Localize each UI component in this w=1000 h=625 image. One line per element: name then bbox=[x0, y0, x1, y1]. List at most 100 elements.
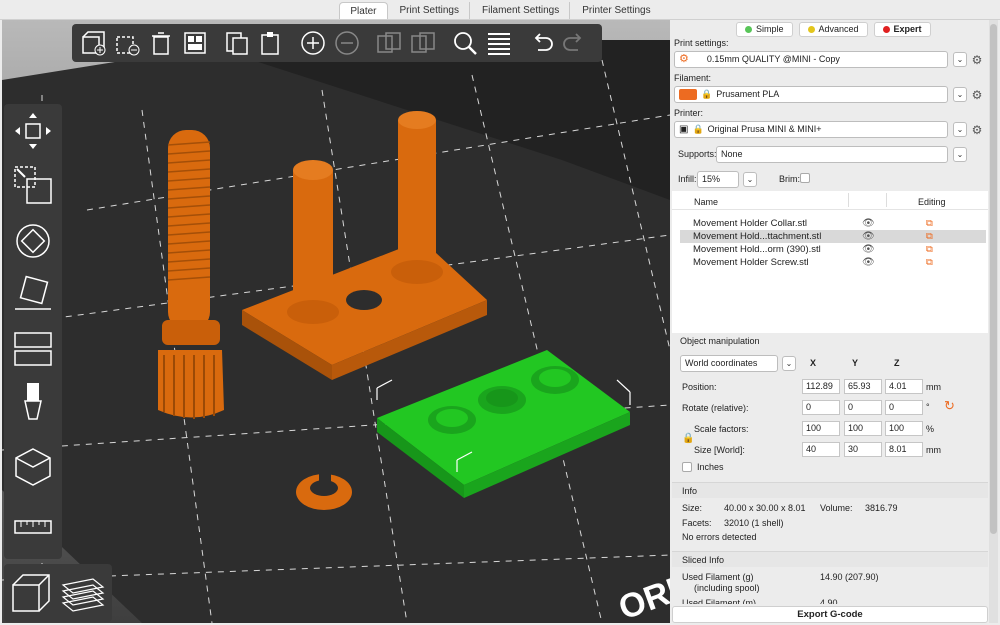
place-on-face-icon[interactable] bbox=[10, 270, 56, 316]
supports-combo[interactable]: None bbox=[716, 146, 948, 163]
print-settings-combo[interactable]: ⚙ 0.15mm QUALITY @MINI - Copy bbox=[674, 51, 948, 68]
object-list-editing-header[interactable]: Editing bbox=[918, 197, 946, 207]
mode-simple-button[interactable]: Simple bbox=[736, 22, 793, 37]
hollow-icon[interactable] bbox=[10, 444, 56, 490]
tab-print-settings[interactable]: Print Settings bbox=[390, 2, 470, 19]
delete-object-icon[interactable] bbox=[110, 27, 144, 59]
infill-value: 15% bbox=[702, 174, 721, 184]
add-object-icon[interactable] bbox=[76, 27, 110, 59]
edit-settings-icon[interactable]: ⧉ bbox=[926, 243, 933, 256]
eye-icon[interactable]: 👁 bbox=[862, 243, 875, 256]
infill-dropdown-icon[interactable]: ⌄ bbox=[743, 172, 757, 187]
scale-x-input[interactable]: 100 bbox=[802, 421, 840, 436]
coordinates-combo[interactable]: World coordinates bbox=[680, 355, 778, 372]
split-objects-icon[interactable] bbox=[372, 27, 406, 59]
info-header: Info bbox=[672, 482, 988, 498]
sidebar-scrollbar[interactable] bbox=[989, 20, 998, 623]
3d-viewport[interactable]: ORI bbox=[2, 20, 670, 623]
edit-settings-icon[interactable]: ⧉ bbox=[926, 230, 933, 243]
delete-all-icon[interactable] bbox=[144, 27, 178, 59]
rotate-z-input[interactable]: 0 bbox=[885, 400, 923, 415]
filament-gear-icon[interactable]: ⚙ bbox=[971, 89, 983, 101]
rotate-unit: ° bbox=[926, 402, 930, 412]
split-parts-icon[interactable] bbox=[406, 27, 440, 59]
measure-icon[interactable] bbox=[10, 504, 56, 550]
cut-icon[interactable] bbox=[10, 324, 56, 370]
move-icon[interactable] bbox=[10, 108, 56, 154]
edit-settings-icon[interactable]: ⧉ bbox=[926, 217, 933, 230]
rotate-x-input[interactable]: 0 bbox=[802, 400, 840, 415]
export-gcode-button[interactable]: Export G-code bbox=[672, 606, 988, 623]
printer-dropdown-icon[interactable]: ⌄ bbox=[953, 122, 967, 137]
print-settings-dropdown-icon[interactable]: ⌄ bbox=[953, 52, 967, 67]
preview-layers-icon[interactable] bbox=[60, 570, 106, 616]
object-name: Movement Holder Screw.stl bbox=[693, 257, 809, 268]
object-name: Movement Hold...orm (390).stl bbox=[693, 244, 821, 255]
position-y-input[interactable]: 65.93 bbox=[844, 379, 882, 394]
eye-icon[interactable]: 👁 bbox=[862, 256, 875, 269]
scale-z-input[interactable]: 100 bbox=[885, 421, 923, 436]
advanced-dot-icon bbox=[807, 26, 815, 33]
prusaslicer-window: Plater Print Settings Filament Settings … bbox=[0, 0, 1000, 625]
tab-filament-settings[interactable]: Filament Settings bbox=[472, 2, 571, 19]
scale-y-input[interactable]: 100 bbox=[844, 421, 882, 436]
info-volume-value: 3816.79 bbox=[865, 503, 898, 513]
info-facets-label: Facets: bbox=[682, 518, 712, 528]
print-settings-gear-icon[interactable]: ⚙ bbox=[971, 54, 983, 66]
size-z-input[interactable]: 8.01 bbox=[885, 442, 923, 457]
copy-icon[interactable] bbox=[220, 27, 254, 59]
size-label: Size [World]: bbox=[694, 445, 745, 455]
undo-icon[interactable] bbox=[524, 27, 558, 59]
scale-label: Scale factors: bbox=[694, 424, 749, 434]
object-row[interactable]: Movement Hold...orm (390).stl 👁 ⧉ bbox=[680, 243, 986, 256]
printer-combo[interactable]: ▣ 🔒 Original Prusa MINI & MINI+ bbox=[674, 121, 948, 138]
scene-canvas[interactable]: ORI bbox=[2, 20, 670, 623]
printer-gear-icon[interactable]: ⚙ bbox=[971, 124, 983, 136]
size-y-input[interactable]: 30 bbox=[844, 442, 882, 457]
print-settings-value: 0.15mm QUALITY @MINI - Copy bbox=[706, 54, 840, 64]
3d-view-icon[interactable] bbox=[8, 570, 54, 616]
eye-icon[interactable]: 👁 bbox=[862, 230, 875, 243]
tab-plater[interactable]: Plater bbox=[339, 2, 388, 19]
inches-checkbox[interactable] bbox=[682, 462, 692, 472]
search-icon[interactable] bbox=[448, 27, 482, 59]
size-x-input[interactable]: 40 bbox=[802, 442, 840, 457]
simple-dot-icon bbox=[745, 26, 752, 33]
remove-instance-icon[interactable] bbox=[330, 27, 364, 59]
object-row-selected[interactable]: Movement Hold...ttachment.stl 👁 ⧉ bbox=[680, 230, 986, 243]
supports-dropdown-icon[interactable]: ⌄ bbox=[953, 147, 967, 162]
mode-expert-button[interactable]: Expert bbox=[873, 22, 931, 37]
object-list-name-header[interactable]: Name bbox=[694, 197, 718, 207]
filament-dropdown-icon[interactable]: ⌄ bbox=[953, 87, 967, 102]
add-instance-icon[interactable] bbox=[296, 27, 330, 59]
position-label: Position: bbox=[682, 382, 717, 392]
position-z-input[interactable]: 4.01 bbox=[885, 379, 923, 394]
tab-printer-settings[interactable]: Printer Settings bbox=[572, 2, 660, 19]
scale-icon[interactable] bbox=[10, 162, 56, 208]
paint-supports-icon[interactable] bbox=[10, 378, 56, 424]
position-x-input[interactable]: 112.89 bbox=[802, 379, 840, 394]
coordinates-dropdown-icon[interactable]: ⌄ bbox=[782, 356, 796, 371]
redo-icon[interactable] bbox=[558, 27, 592, 59]
edit-settings-icon[interactable]: ⧉ bbox=[926, 256, 933, 269]
scrollbar-thumb[interactable] bbox=[990, 24, 997, 534]
scale-unit: % bbox=[926, 424, 935, 434]
layers-editing-icon[interactable] bbox=[482, 27, 516, 59]
size-unit: mm bbox=[926, 445, 941, 455]
reset-rotation-icon[interactable]: ↻ bbox=[944, 398, 955, 414]
object-row[interactable]: Movement Holder Collar.stl 👁 ⧉ bbox=[680, 217, 986, 230]
arrange-icon[interactable] bbox=[178, 27, 212, 59]
rotate-y-input[interactable]: 0 bbox=[844, 400, 882, 415]
rotate-icon[interactable] bbox=[10, 216, 56, 262]
filament-combo[interactable]: 🔒 Prusament PLA bbox=[674, 86, 948, 103]
lock-scale-icon[interactable]: 🔒 bbox=[682, 433, 694, 444]
object-row[interactable]: Movement Holder Screw.stl 👁 ⧉ bbox=[680, 256, 986, 269]
mode-advanced-button[interactable]: Advanced bbox=[798, 22, 868, 37]
infill-combo[interactable]: 15% bbox=[697, 171, 739, 188]
eye-icon[interactable]: 👁 bbox=[862, 217, 875, 230]
object-name: Movement Holder Collar.stl bbox=[693, 218, 808, 229]
expert-dot-icon bbox=[882, 26, 890, 33]
filament-color-swatch bbox=[679, 89, 697, 100]
paste-icon[interactable] bbox=[254, 27, 288, 59]
brim-checkbox[interactable] bbox=[800, 173, 810, 183]
